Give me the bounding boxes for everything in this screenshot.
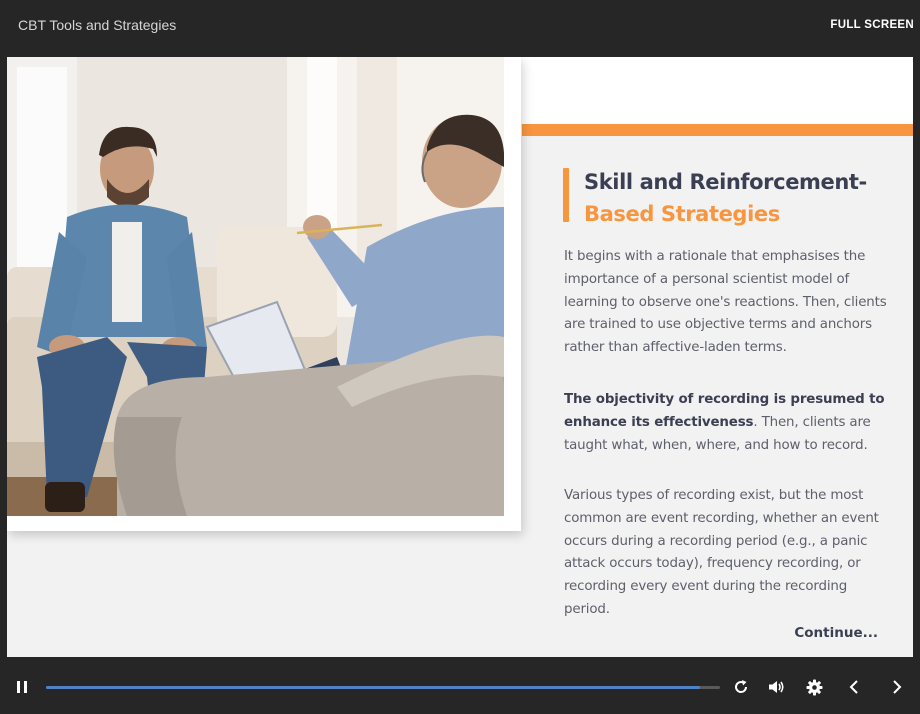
- progress-bar[interactable]: [46, 686, 720, 689]
- next-button[interactable]: [887, 677, 907, 697]
- top-bar: CBT Tools and Strategies FULL SCREEN: [0, 0, 920, 57]
- photo-frame: [7, 57, 521, 531]
- volume-icon: [769, 681, 784, 693]
- chevron-left-icon: [849, 680, 858, 694]
- progress-fill: [46, 686, 700, 689]
- pause-button[interactable]: [12, 677, 32, 697]
- accent-bar: [522, 124, 913, 136]
- settings-button[interactable]: [804, 677, 824, 697]
- course-title: CBT Tools and Strategies: [18, 17, 177, 33]
- slide-heading: Skill and Reinforcement- Based Strategie…: [584, 166, 904, 230]
- paragraph-1: It begins with a rationale that emphasis…: [564, 249, 887, 356]
- replay-button[interactable]: [731, 677, 751, 697]
- previous-button[interactable]: [844, 677, 864, 697]
- paragraph-3: Various types of recording exist, but th…: [564, 488, 879, 617]
- continue-link[interactable]: Continue...: [794, 625, 878, 641]
- fullscreen-button[interactable]: FULL SCREEN: [830, 19, 914, 31]
- volume-button[interactable]: [767, 677, 787, 697]
- heading-line-1: Skill and Reinforcement-: [584, 170, 867, 194]
- player-bar: [0, 657, 920, 714]
- therapy-session-photo: [7, 57, 504, 516]
- settings-icon: [806, 679, 822, 695]
- slide-canvas: Skill and Reinforcement- Based Strategie…: [7, 57, 913, 657]
- heading-accent-bar: [563, 168, 569, 222]
- paragraph-2: The objectivity of recording is presumed…: [564, 389, 894, 457]
- pause-icon: [17, 681, 27, 693]
- chevron-right-icon: [893, 680, 902, 694]
- heading-line-2: Based Strategies: [584, 202, 780, 226]
- replay-icon: [735, 680, 748, 693]
